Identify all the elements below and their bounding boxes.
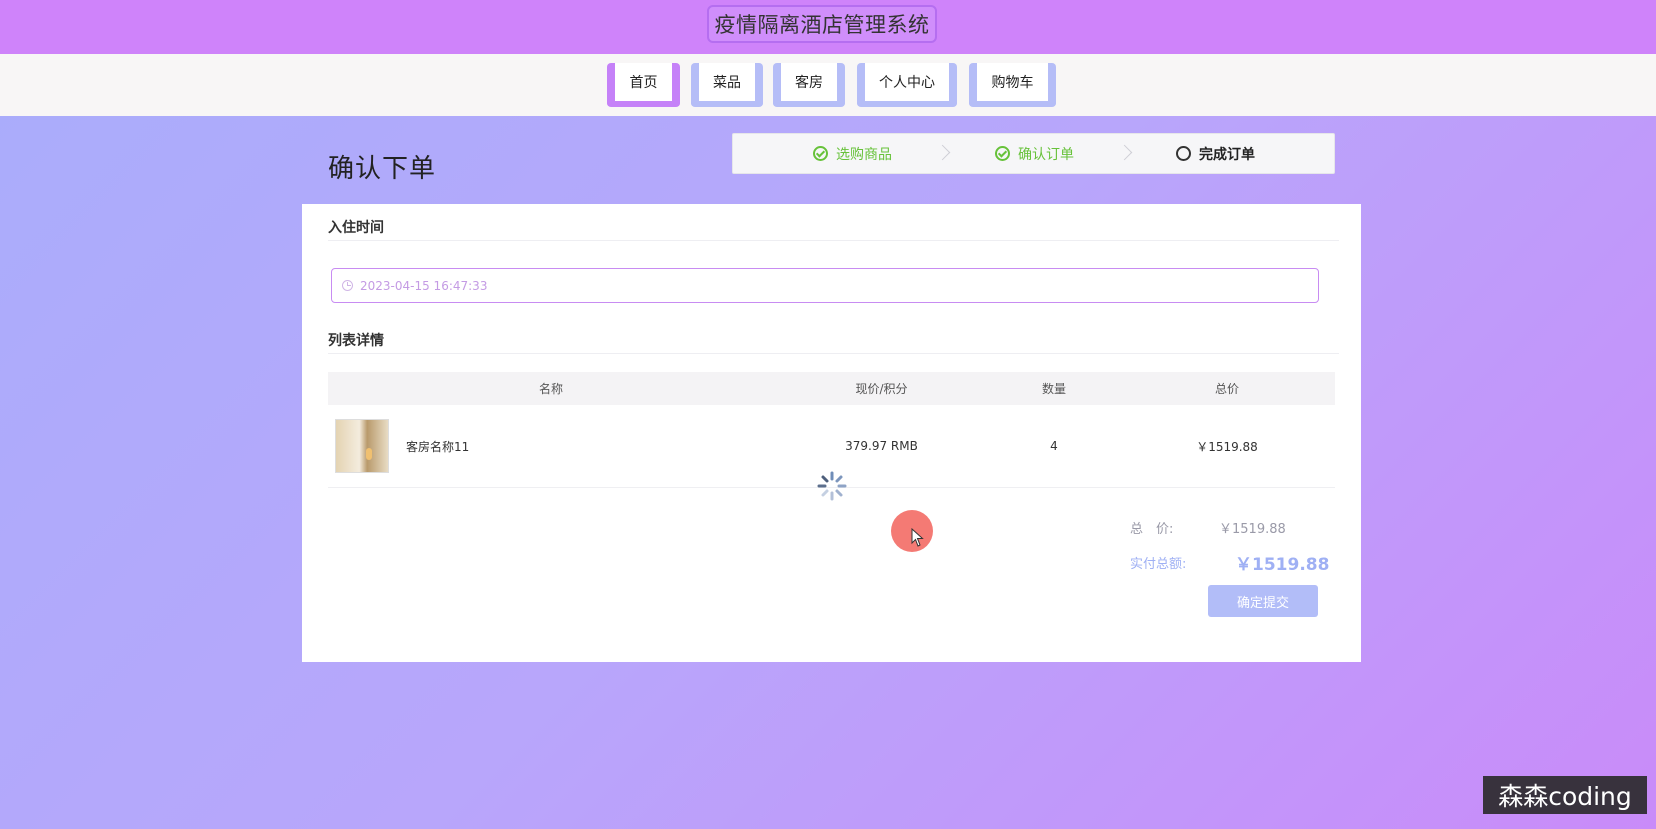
order-steps: 选购商品 确认订单 完成订单: [732, 133, 1335, 174]
app-header: 疫情隔离酒店管理系统: [0, 0, 1656, 54]
page-title: 确认下单: [328, 154, 437, 184]
divider: [328, 240, 1339, 241]
submit-order-button[interactable]: 确定提交: [1208, 585, 1318, 617]
nav-item-profile[interactable]: 个人中心: [857, 63, 957, 107]
room-price: 379.97 RMB: [845, 439, 918, 453]
step-select-goods: 选购商品: [813, 134, 892, 173]
nav-item-dishes[interactable]: 菜品: [691, 63, 763, 107]
room-quantity: 4: [1050, 439, 1058, 453]
list-section-title: 列表详情: [328, 333, 384, 349]
room-name: 客房名称11: [406, 439, 470, 454]
room-total: ￥1519.88: [1196, 439, 1258, 454]
divider: [328, 353, 1339, 354]
clock-icon: [342, 280, 353, 291]
pay-total-label: 实付总额:: [1130, 557, 1187, 572]
watermark: 森森coding: [1483, 776, 1647, 814]
chevron-right-icon: [934, 144, 951, 161]
order-card: 入住时间 2023-04-15 16:47:33 列表详情 名称 现价/积分 数…: [302, 204, 1361, 662]
total-price-label: 总 价:: [1130, 522, 1174, 537]
pay-total-value: ￥1519.88: [1235, 555, 1330, 575]
column-header-price: 现价/积分: [855, 382, 908, 396]
app-title: 疫情隔离酒店管理系统: [707, 5, 937, 43]
total-price-value: ￥1519.88: [1219, 522, 1286, 537]
step-label: 选购商品: [836, 146, 892, 163]
checkin-datetime-input[interactable]: 2023-04-15 16:47:33: [331, 268, 1319, 303]
nav-item-cart[interactable]: 购物车: [969, 63, 1056, 107]
step-label: 确认订单: [1018, 146, 1074, 163]
step-label: 完成订单: [1199, 146, 1255, 163]
column-header-name: 名称: [538, 382, 563, 396]
table-header: 名称 现价/积分 数量 总价: [328, 372, 1335, 405]
check-circle-icon: [813, 146, 828, 161]
checkin-datetime-value: 2023-04-15 16:47:33: [360, 278, 488, 293]
column-header-total: 总价: [1214, 382, 1239, 396]
main-nav: 首页 菜品 客房 个人中心 购物车: [0, 54, 1656, 116]
loading-spinner-icon: [817, 471, 847, 501]
checkin-section-title: 入住时间: [328, 220, 384, 236]
mouse-cursor-icon: [911, 528, 924, 547]
nav-item-rooms[interactable]: 客房: [773, 63, 845, 107]
chevron-right-icon: [1116, 144, 1133, 161]
column-header-quantity: 数量: [1041, 382, 1066, 396]
nav-item-home[interactable]: 首页: [607, 63, 680, 107]
circle-icon: [1176, 146, 1191, 161]
check-circle-icon: [995, 146, 1010, 161]
room-thumbnail: [335, 419, 389, 473]
step-complete-order: 完成订单: [1176, 134, 1255, 173]
step-confirm-order: 确认订单: [995, 134, 1074, 173]
